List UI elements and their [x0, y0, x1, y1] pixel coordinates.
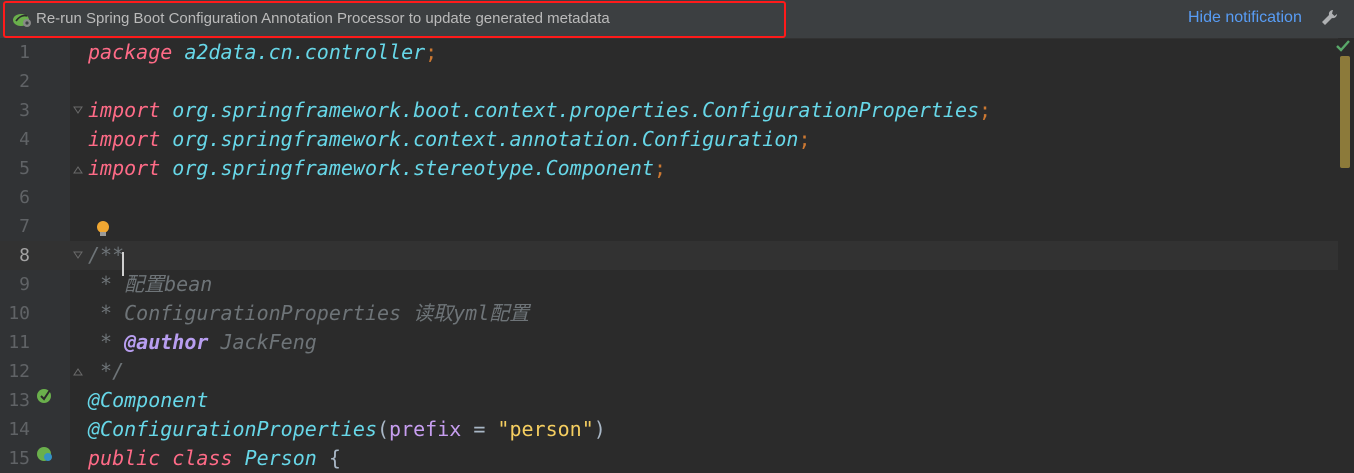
- doc-tag: @author: [124, 330, 209, 354]
- code-text: /**: [88, 241, 124, 270]
- brace: {: [316, 446, 341, 470]
- line-number: 4: [19, 129, 30, 150]
- doc-comment: * 配置bean: [88, 272, 213, 296]
- line-number: 5: [19, 158, 30, 179]
- code-text: */: [88, 357, 124, 386]
- line-number: 10: [8, 303, 30, 324]
- lightbulb-icon[interactable]: [95, 220, 111, 238]
- fold-marker-icon[interactable]: [73, 250, 83, 260]
- code-text: @Component: [88, 386, 208, 415]
- string-literal: "person": [497, 417, 594, 441]
- code-line[interactable]: 7: [0, 212, 1338, 241]
- paren: ): [593, 417, 606, 441]
- doc-comment: * ConfigurationProperties 读取yml配置: [88, 301, 530, 325]
- code-line[interactable]: 13 @Component: [0, 386, 1338, 415]
- code-text: import org.springframework.context.annot…: [88, 125, 810, 154]
- code-line-current[interactable]: 8 /**: [0, 241, 1338, 270]
- code-text: @ConfigurationProperties(prefix = "perso…: [88, 415, 606, 444]
- wrench-icon[interactable]: [1320, 9, 1338, 27]
- code-line[interactable]: 3 import org.springframework.boot.contex…: [0, 96, 1338, 125]
- line-number: 13: [8, 390, 30, 411]
- code-line[interactable]: 11 * @author JackFeng: [0, 328, 1338, 357]
- line-number: 7: [19, 216, 30, 237]
- equals: =: [461, 417, 498, 441]
- code-line[interactable]: 14 @ConfigurationProperties(prefix = "pe…: [0, 415, 1338, 444]
- line-number: 15: [8, 448, 30, 469]
- keyword: class: [172, 446, 233, 470]
- import-path: org.springframework.context.annotation.C…: [172, 127, 799, 151]
- fold-marker-icon[interactable]: [73, 367, 83, 377]
- line-number: 3: [19, 100, 30, 121]
- line-number: 2: [19, 71, 30, 92]
- spring-bean-icon[interactable]: [36, 386, 54, 404]
- check-icon: [1336, 40, 1350, 52]
- line-number: 9: [19, 274, 30, 295]
- semicolon: ;: [425, 40, 438, 64]
- class-name: Person: [244, 446, 317, 470]
- code-text: package a2data.cn.controller;: [88, 38, 437, 67]
- doc-comment: /**: [88, 243, 125, 267]
- keyword: import: [88, 127, 161, 151]
- fold-marker-icon[interactable]: [73, 165, 83, 175]
- hide-notification-link[interactable]: Hide notification: [1188, 9, 1302, 27]
- import-path: org.springframework.boot.context.propert…: [172, 98, 980, 122]
- line-number: 11: [8, 332, 30, 353]
- annotation: @ConfigurationProperties: [88, 417, 377, 441]
- notification-bar: Re-run Spring Boot Configuration Annotat…: [0, 0, 1354, 39]
- semicolon: ;: [653, 156, 666, 180]
- doc-comment: *: [88, 330, 125, 354]
- code-line[interactable]: 15 public class Person {: [0, 444, 1338, 473]
- code-line[interactable]: 5 import org.springframework.stereotype.…: [0, 154, 1338, 183]
- scroll-marker[interactable]: [1340, 56, 1350, 168]
- fold-marker-icon[interactable]: [73, 105, 83, 115]
- line-number: 12: [8, 361, 30, 382]
- code-text: public class Person {: [88, 444, 341, 473]
- spring-boot-icon: [13, 14, 31, 27]
- doc-comment: */: [88, 359, 125, 383]
- code-text: import org.springframework.stereotype.Co…: [88, 154, 666, 183]
- line-number: 1: [19, 42, 30, 63]
- keyword: public: [88, 446, 161, 470]
- text-caret: [122, 252, 124, 276]
- code-text: * @author JackFeng: [88, 328, 317, 357]
- keyword: import: [88, 98, 161, 122]
- line-number: 14: [8, 419, 30, 440]
- code-line[interactable]: 6: [0, 183, 1338, 212]
- line-number: 6: [19, 187, 30, 208]
- attribute-name: prefix: [389, 417, 462, 441]
- code-line[interactable]: 10 * ConfigurationProperties 读取yml配置: [0, 299, 1338, 328]
- notification-message: Re-run Spring Boot Configuration Annotat…: [36, 10, 610, 27]
- keyword: import: [88, 156, 161, 180]
- keyword: package: [88, 40, 173, 64]
- code-line[interactable]: 9 * 配置bean: [0, 270, 1338, 299]
- code-line[interactable]: 2: [0, 67, 1338, 96]
- paren: (: [376, 417, 390, 441]
- semicolon: ;: [798, 127, 811, 151]
- annotation: @Component: [88, 388, 209, 412]
- code-line[interactable]: 1 package a2data.cn.controller;: [0, 38, 1338, 67]
- semicolon: ;: [979, 98, 992, 122]
- code-text: * 配置bean: [88, 270, 212, 299]
- code-line[interactable]: 12 */: [0, 357, 1338, 386]
- code-editor[interactable]: 1 package a2data.cn.controller; 2 3 impo…: [0, 38, 1354, 473]
- code-line[interactable]: 4 import org.springframework.context.ann…: [0, 125, 1338, 154]
- line-number: 8: [19, 245, 30, 266]
- doc-comment: JackFeng: [208, 330, 317, 354]
- spring-bean-icon[interactable]: [36, 445, 54, 463]
- import-path: org.springframework.stereotype.Component: [172, 156, 654, 180]
- code-text: import org.springframework.boot.context.…: [88, 96, 991, 125]
- code-text: * ConfigurationProperties 读取yml配置: [88, 299, 529, 328]
- package-name: a2data.cn.controller: [184, 40, 426, 64]
